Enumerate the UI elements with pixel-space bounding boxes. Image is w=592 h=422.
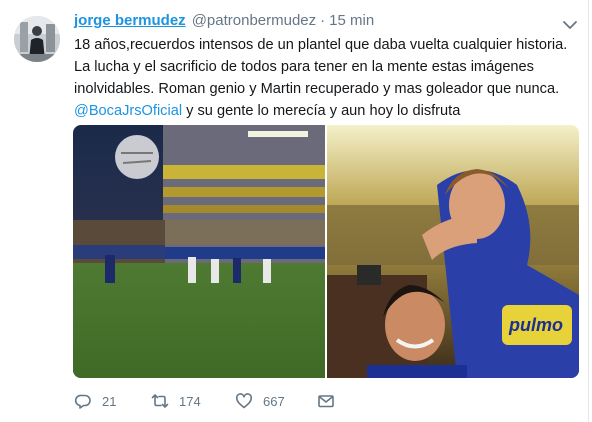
timeline-border	[588, 0, 589, 422]
retweet-button[interactable]: 174	[151, 392, 235, 410]
heart-icon	[235, 393, 253, 409]
tweet-actions: 21 174 667	[74, 388, 335, 414]
tweet-card[interactable]: jorge bermudez @patronbermudez · 15 min …	[0, 0, 592, 422]
avatar-photo-icon	[14, 16, 60, 62]
like-count: 667	[263, 393, 285, 409]
tweet-header: jorge bermudez @patronbermudez · 15 min	[74, 12, 374, 34]
reply-button[interactable]: 21	[74, 392, 151, 410]
like-button[interactable]: 667	[235, 392, 317, 410]
tweet-text: 18 años,recuerdos intensos de un plantel…	[74, 34, 584, 122]
author-name[interactable]: jorge bermudez	[74, 12, 186, 29]
tweet-timestamp[interactable]: 15 min	[329, 12, 374, 29]
media-photo-1[interactable]	[73, 125, 325, 378]
reply-count: 21	[102, 393, 117, 409]
avatar[interactable]	[14, 16, 60, 62]
header-separator: ·	[320, 12, 326, 29]
photo-players-celebrating-icon: pulmo	[327, 125, 579, 378]
chevron-down-icon	[563, 21, 577, 29]
reply-icon	[74, 394, 91, 409]
media-photo-2[interactable]: pulmo	[327, 125, 579, 378]
tweet-menu-button[interactable]	[562, 18, 578, 30]
envelope-icon	[318, 395, 334, 408]
author-handle[interactable]: @patronbermudez	[192, 12, 316, 29]
retweet-icon	[151, 394, 169, 408]
media-grid: pulmo	[73, 125, 579, 378]
photo-stadium-penalty-icon	[73, 125, 325, 378]
mention-link[interactable]: @BocaJrsOficial	[74, 103, 182, 119]
shirt-sponsor-text: pulmo	[508, 315, 563, 335]
tweet-text-body: 18 años,recuerdos intensos de un plantel…	[74, 37, 568, 97]
direct-message-button[interactable]	[317, 392, 335, 410]
tweet-text-tail: y su gente lo merecía y aun hoy lo disfr…	[182, 103, 461, 119]
retweet-count: 174	[179, 393, 201, 409]
